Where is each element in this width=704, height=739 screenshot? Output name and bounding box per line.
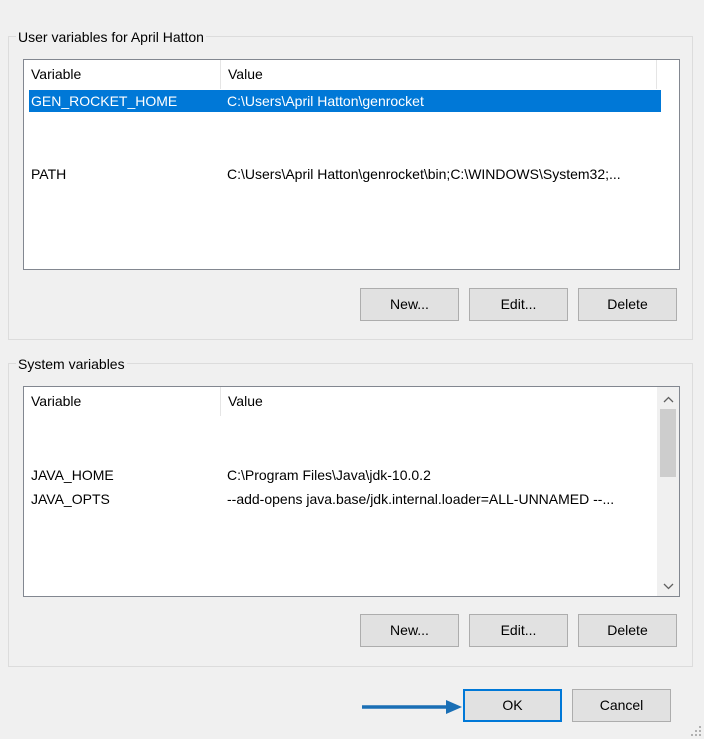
system-new-button[interactable]: New...: [360, 614, 459, 647]
resize-grip-icon[interactable]: [690, 725, 702, 737]
user-new-button[interactable]: New...: [360, 288, 459, 321]
variable-name: GEN_ROCKET_HOME: [31, 93, 178, 109]
column-header-value[interactable]: Value: [221, 60, 656, 89]
variable-value: C:\Users\April Hatton\genrocket\bin;C:\W…: [227, 166, 621, 182]
variable-value: C:\Program Files\Java\jdk-10.0.2: [227, 467, 431, 483]
system-edit-button[interactable]: Edit...: [469, 614, 568, 647]
variable-name: JAVA_HOME: [31, 467, 114, 483]
chevron-up-icon[interactable]: [657, 387, 679, 409]
variable-value: C:\Users\April Hatton\genrocket: [227, 93, 424, 109]
column-separator[interactable]: [656, 60, 657, 89]
variable-name: JAVA_OPTS: [31, 491, 110, 507]
ok-button[interactable]: OK: [463, 689, 562, 722]
table-row[interactable]: JAVA_HOME C:\Program Files\Java\jdk-10.0…: [29, 464, 661, 486]
table-row[interactable]: GEN_ROCKET_HOME C:\Users\April Hatton\ge…: [29, 90, 661, 112]
user-variables-list[interactable]: Variable Value GEN_ROCKET_HOME C:\Users\…: [23, 59, 680, 270]
scrollbar-thumb[interactable]: [660, 409, 676, 477]
user-variables-header: Variable Value: [24, 60, 679, 89]
column-header-variable[interactable]: Variable: [24, 60, 220, 89]
variable-value: --add-opens java.base/jdk.internal.loade…: [227, 491, 615, 507]
system-variables-title: System variables: [16, 355, 127, 373]
system-variables-group: System variables Variable Value JAVA_HOM…: [8, 355, 693, 667]
column-header-value[interactable]: Value: [221, 387, 656, 416]
system-variables-list[interactable]: Variable Value JAVA_HOME C:\Program File…: [23, 386, 680, 597]
chevron-down-icon[interactable]: [657, 574, 679, 596]
vertical-scrollbar[interactable]: [657, 387, 679, 596]
variable-name: PATH: [31, 166, 67, 182]
table-row[interactable]: PATH C:\Users\April Hatton\genrocket\bin…: [29, 163, 661, 185]
system-delete-button[interactable]: Delete: [578, 614, 677, 647]
user-edit-button[interactable]: Edit...: [469, 288, 568, 321]
user-delete-button[interactable]: Delete: [578, 288, 677, 321]
user-variables-group: User variables for April Hatton Variable…: [8, 28, 693, 340]
system-variables-header: Variable Value: [24, 387, 679, 416]
annotation-arrow-icon: [362, 700, 462, 714]
user-variables-title: User variables for April Hatton: [16, 28, 206, 46]
cancel-button[interactable]: Cancel: [572, 689, 671, 722]
column-header-variable[interactable]: Variable: [24, 387, 220, 416]
table-row[interactable]: JAVA_OPTS --add-opens java.base/jdk.inte…: [29, 488, 661, 510]
